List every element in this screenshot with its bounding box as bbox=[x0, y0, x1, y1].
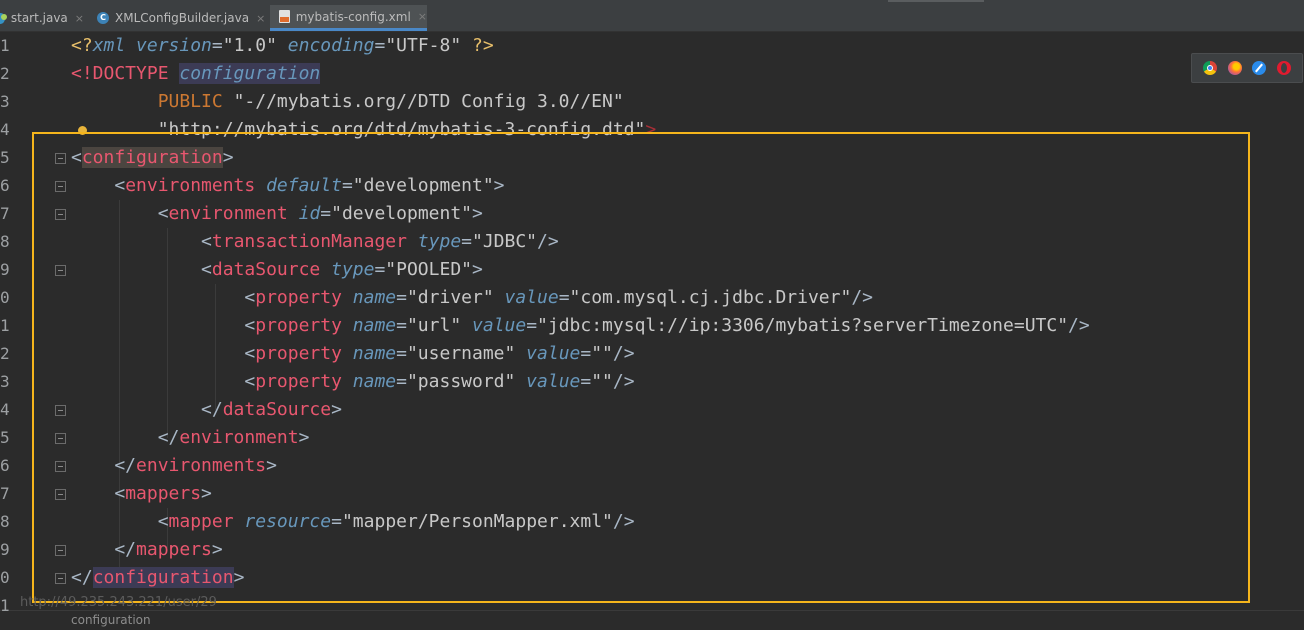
line-number: 5 bbox=[0, 428, 10, 447]
code-line: 6 <environments default="development"> bbox=[0, 172, 1304, 200]
code-text[interactable]: </configuration> bbox=[71, 564, 244, 592]
line-number: 0 bbox=[0, 288, 10, 307]
code-text[interactable]: <property name="url" value="jdbc:mysql:/… bbox=[71, 312, 1089, 340]
code-line: 4 </dataSource> bbox=[0, 396, 1304, 424]
line-number: 8 bbox=[0, 512, 10, 531]
editor-tab-bar: start.java × C XMLConfigBuilder.java × m… bbox=[0, 0, 1304, 32]
line-number: 4 bbox=[0, 120, 10, 139]
code-text[interactable]: <environment id="development"> bbox=[71, 200, 483, 228]
code-text[interactable]: </environments> bbox=[71, 452, 277, 480]
code-line: 2 <!DOCTYPE configuration bbox=[0, 60, 1304, 88]
code-text[interactable]: <mapper resource="mapper/PersonMapper.xm… bbox=[71, 508, 635, 536]
tab-label: mybatis-config.xml bbox=[295, 9, 411, 24]
line-number: 8 bbox=[0, 232, 10, 251]
line-number: 1 bbox=[0, 596, 10, 615]
code-text[interactable]: <dataSource type="POOLED"> bbox=[71, 256, 483, 284]
code-line: 8 <mapper resource="mapper/PersonMapper.… bbox=[0, 508, 1304, 536]
line-number: 7 bbox=[0, 484, 10, 503]
code-text[interactable]: </dataSource> bbox=[71, 396, 342, 424]
code-line: 4 "http://mybatis.org/dtd/mybatis-3-conf… bbox=[0, 116, 1304, 144]
line-number: 6 bbox=[0, 176, 10, 195]
tab-label: start.java bbox=[10, 11, 68, 25]
tab-mybatis-config-xml[interactable]: mybatis-config.xml × bbox=[270, 5, 427, 31]
line-number: 9 bbox=[0, 540, 10, 559]
line-number: 3 bbox=[0, 92, 10, 111]
code-text[interactable]: <configuration> bbox=[71, 144, 234, 172]
line-number: 4 bbox=[0, 400, 10, 419]
code-line: 7 <mappers> bbox=[0, 480, 1304, 508]
tab-label: XMLConfigBuilder.java bbox=[115, 11, 250, 25]
editor-footer bbox=[0, 610, 1304, 630]
close-icon[interactable]: × bbox=[418, 10, 427, 23]
watermark-url: http://49.235.243.221/user/29 bbox=[20, 595, 217, 610]
code-line: 3 PUBLIC "-//mybatis.org//DTD Config 3.0… bbox=[0, 88, 1304, 116]
code-line: 9 </mappers> bbox=[0, 536, 1304, 564]
code-text[interactable]: <mappers> bbox=[71, 480, 212, 508]
code-line: 9 <dataSource type="POOLED"> bbox=[0, 256, 1304, 284]
code-text[interactable]: <environments default="development"> bbox=[71, 172, 504, 200]
xml-file-icon bbox=[279, 10, 290, 23]
code-line: 0 <property name="driver" value="com.mys… bbox=[0, 284, 1304, 312]
intention-bulb-icon[interactable] bbox=[78, 126, 87, 135]
tabbar-scroll-indicator bbox=[888, 0, 984, 2]
line-number: 2 bbox=[0, 344, 10, 363]
class-icon: C bbox=[97, 12, 109, 24]
code-line: 0 </configuration> bbox=[0, 564, 1304, 592]
code-text[interactable]: <property name="username" value=""/> bbox=[71, 340, 634, 368]
code-line: 6 </environments> bbox=[0, 452, 1304, 480]
code-editor[interactable]: 1 <?xml version="1.0" encoding="UTF-8" ?… bbox=[0, 32, 1304, 612]
code-text[interactable]: </mappers> bbox=[71, 536, 222, 564]
line-number: 7 bbox=[0, 204, 10, 223]
code-line: 7 <environment id="development"> bbox=[0, 200, 1304, 228]
line-number: 2 bbox=[0, 64, 10, 83]
close-icon[interactable]: × bbox=[256, 12, 265, 25]
line-number: 3 bbox=[0, 372, 10, 391]
code-text[interactable]: <property name="driver" value="com.mysql… bbox=[71, 284, 873, 312]
code-line: 8 <transactionManager type="JDBC"/> bbox=[0, 228, 1304, 256]
line-number: 6 bbox=[0, 456, 10, 475]
java-file-icon bbox=[0, 12, 7, 24]
line-number: 1 bbox=[0, 36, 10, 55]
line-number: 9 bbox=[0, 260, 10, 279]
line-number: 5 bbox=[0, 148, 10, 167]
code-line: 1 <property name="url" value="jdbc:mysql… bbox=[0, 312, 1304, 340]
code-line: 5 </environment> bbox=[0, 424, 1304, 452]
line-number: 1 bbox=[0, 316, 10, 335]
code-text[interactable]: <transactionManager type="JDBC"/> bbox=[71, 228, 559, 256]
code-text[interactable]: PUBLIC "-//mybatis.org//DTD Config 3.0//… bbox=[71, 88, 624, 116]
code-line: 1 <?xml version="1.0" encoding="UTF-8" ?… bbox=[0, 32, 1304, 60]
tab-start-java[interactable]: start.java × bbox=[0, 5, 84, 31]
code-text[interactable]: </environment> bbox=[71, 424, 310, 452]
code-line: 3 <property name="password" value=""/> bbox=[0, 368, 1304, 396]
breadcrumb[interactable]: configuration bbox=[71, 613, 151, 627]
close-icon[interactable]: × bbox=[75, 12, 84, 25]
code-line: 5 <configuration> bbox=[0, 144, 1304, 172]
code-text[interactable]: <?xml version="1.0" encoding="UTF-8" ?> bbox=[71, 32, 494, 60]
code-text[interactable]: "http://mybatis.org/dtd/mybatis-3-config… bbox=[71, 116, 657, 144]
code-text[interactable]: <property name="password" value=""/> bbox=[71, 368, 634, 396]
tab-xmlconfigbuilder-java[interactable]: C XMLConfigBuilder.java × bbox=[97, 5, 267, 31]
line-number: 0 bbox=[0, 568, 10, 587]
code-line: 2 <property name="username" value=""/> bbox=[0, 340, 1304, 368]
code-text[interactable]: <!DOCTYPE configuration bbox=[71, 60, 321, 88]
